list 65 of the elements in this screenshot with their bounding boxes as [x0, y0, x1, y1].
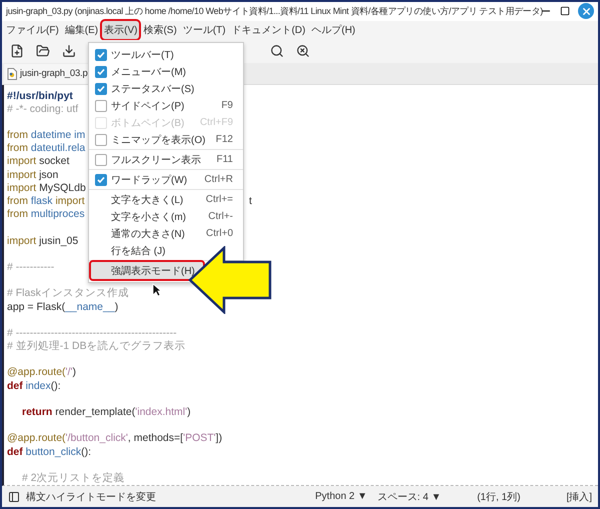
code-line: def button_click(): — [7, 446, 92, 459]
close-icon — [580, 6, 592, 17]
code-line: @app.route('/button_click', methods=['POST']) — [7, 432, 222, 446]
menu-title[interactable]: 編集(E) — [62, 21, 100, 40]
insert-mode: [挿入] — [566, 490, 592, 504]
checkbox[interactable] — [95, 134, 107, 146]
code-line: from flask import — [7, 195, 85, 208]
code-line: import socket — [7, 155, 70, 169]
side-panel-icon[interactable] — [8, 490, 20, 503]
checkbox[interactable] — [95, 82, 107, 94]
code-line: import json — [7, 168, 58, 182]
code-line: app = Flask(__name__) — [7, 300, 118, 314]
code-line: from dateutil.rela — [7, 142, 86, 156]
menu-item[interactable]: 文字を大きく(L) Ctrl+= — [91, 191, 241, 208]
menu-item[interactable]: 通常の大きさ(N) Ctrl+0 — [91, 225, 241, 242]
download-icon[interactable] — [62, 44, 76, 58]
code-line: # -*- coding: utf — [7, 102, 78, 116]
python-file-icon — [7, 68, 17, 80]
menu-item[interactable]: ワードラップ(W) Ctrl+R — [91, 171, 241, 188]
indent-selector[interactable]: スペース: 4 ▼ — [377, 490, 442, 504]
new-file-icon[interactable] — [10, 44, 24, 58]
code-line: return render_template('index.html') — [22, 406, 191, 420]
code-line: @app.route('/') — [7, 366, 76, 380]
checkbox[interactable] — [95, 154, 107, 166]
menu-item[interactable]: サイドペイン(P) F9 — [91, 97, 241, 114]
cursor-position: (1行, 1列) — [477, 490, 520, 504]
code-line: from datetime im — [7, 129, 86, 142]
window-title: jusin-graph_03.py (onjinas.local 上の home /home/10 Webサイト資料/1...資料/11 Linux Mint 資料/各種アプリの使い方/アプリ テスト用データ) — [6, 4, 540, 18]
menu-item[interactable]: 行を結合 (J) — [91, 242, 174, 259]
code-fragment: t — [249, 195, 252, 208]
code-line: # ---------------------------------------------- — [7, 326, 177, 340]
menu-item[interactable]: 文字を小さく(m) Ctrl+- — [91, 208, 241, 225]
close-button[interactable] — [578, 3, 594, 20]
code-line: import MySQLdb — [7, 182, 86, 196]
status-message: 構文ハイライトモードを変更 — [26, 490, 156, 504]
menu-title[interactable]: ヘルプ(H) — [309, 21, 358, 40]
maximize-icon[interactable] — [560, 6, 570, 16]
checkbox[interactable] — [95, 100, 107, 112]
search-icon[interactable] — [270, 44, 284, 58]
checkbox[interactable] — [95, 174, 107, 186]
code-line: import jusin_05 — [7, 234, 78, 248]
checkbox[interactable] — [95, 48, 107, 60]
search-clear-icon[interactable] — [296, 44, 310, 58]
code-line: # 2次元リストを定義 — [22, 472, 125, 486]
menu-title[interactable]: 検索(S) — [141, 21, 179, 40]
checkbox[interactable] — [95, 66, 107, 78]
menu-title[interactable]: 表示(V) — [102, 21, 140, 40]
open-folder-icon[interactable] — [36, 44, 50, 58]
menu-title[interactable]: ファイル(F) — [4, 21, 61, 40]
menu-item[interactable]: 強調表示モード(H) — [91, 262, 203, 279]
file-tab[interactable]: jusin-graph_03.p — [4, 64, 91, 84]
code-line: # Flaskインスタンス作成 — [7, 287, 129, 301]
menu-title[interactable]: ツール(T) — [180, 21, 228, 40]
menu-title[interactable]: ドキュメント(D) — [230, 21, 308, 40]
code-line: # 並列処理-1 DBを読んでグラフ表示 — [7, 340, 186, 354]
code-line: from multiproces — [7, 208, 85, 222]
menu-item[interactable]: ミニマップを表示(O) F12 — [91, 131, 241, 148]
language-selector[interactable]: Python 2 ▼ — [315, 491, 368, 502]
menu-item[interactable]: ステータスバー(S) — [91, 80, 202, 97]
menu-item[interactable]: ツールバー(T) — [91, 46, 182, 63]
code-line: #!/usr/bin/pyt — [7, 90, 73, 103]
menu-item[interactable]: フルスクリーン表示 F11 — [91, 151, 241, 168]
code-line: def index(): — [7, 380, 61, 393]
code-line: # ----------- — [7, 260, 54, 274]
menu-item[interactable]: メニューバー(M) — [91, 63, 194, 80]
